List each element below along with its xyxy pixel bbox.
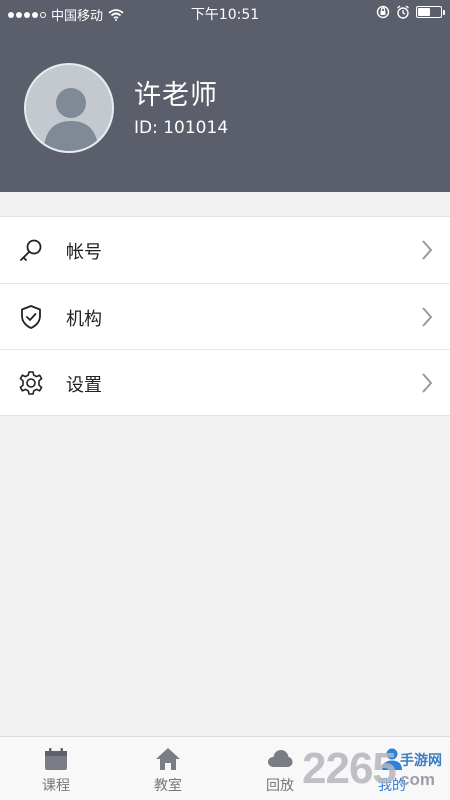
rotation-lock-icon (376, 5, 390, 19)
tab-label-courses: 课程 (42, 778, 70, 794)
key-icon (20, 239, 42, 261)
menu-item-settings[interactable]: 设置 (0, 349, 450, 415)
status-bar: 中国移动 下午10:51 (0, 0, 450, 26)
menu-item-organization[interactable]: 机构 (0, 283, 450, 349)
chevron-right-icon (422, 240, 433, 260)
site-watermark: 2265 手游网 com (300, 742, 450, 800)
user-name: 许老师 (134, 80, 218, 111)
chevron-right-icon (422, 373, 433, 393)
tab-classroom[interactable]: 教室 (112, 737, 224, 800)
default-avatar-icon (44, 88, 98, 151)
calendar-icon (45, 748, 67, 770)
menu-label-organization: 机构 (66, 309, 102, 330)
avatar[interactable] (24, 63, 114, 153)
menu-label-account: 帐号 (66, 242, 102, 263)
cloud-icon (268, 750, 293, 767)
alarm-icon (397, 5, 409, 19)
tab-label-classroom: 教室 (154, 778, 182, 794)
home-icon (156, 748, 180, 770)
menu-label-settings: 设置 (66, 375, 102, 396)
tab-courses[interactable]: 课程 (0, 737, 112, 800)
profile-header: 中国移动 下午10:51 许老师 ID: 101014 (0, 0, 450, 192)
gear-icon (19, 371, 43, 395)
chevron-right-icon (422, 307, 433, 327)
watermark-text-top: 手游网 (400, 753, 442, 769)
watermark-number: 2265 (302, 744, 397, 793)
shield-check-icon (21, 305, 41, 329)
settings-menu: 帐号 机构 设置 (0, 216, 450, 416)
user-id: ID: 101014 (134, 118, 229, 138)
watermark-text-bottom: com (400, 770, 435, 789)
battery-icon (416, 6, 445, 18)
menu-item-account[interactable]: 帐号 (0, 217, 450, 283)
